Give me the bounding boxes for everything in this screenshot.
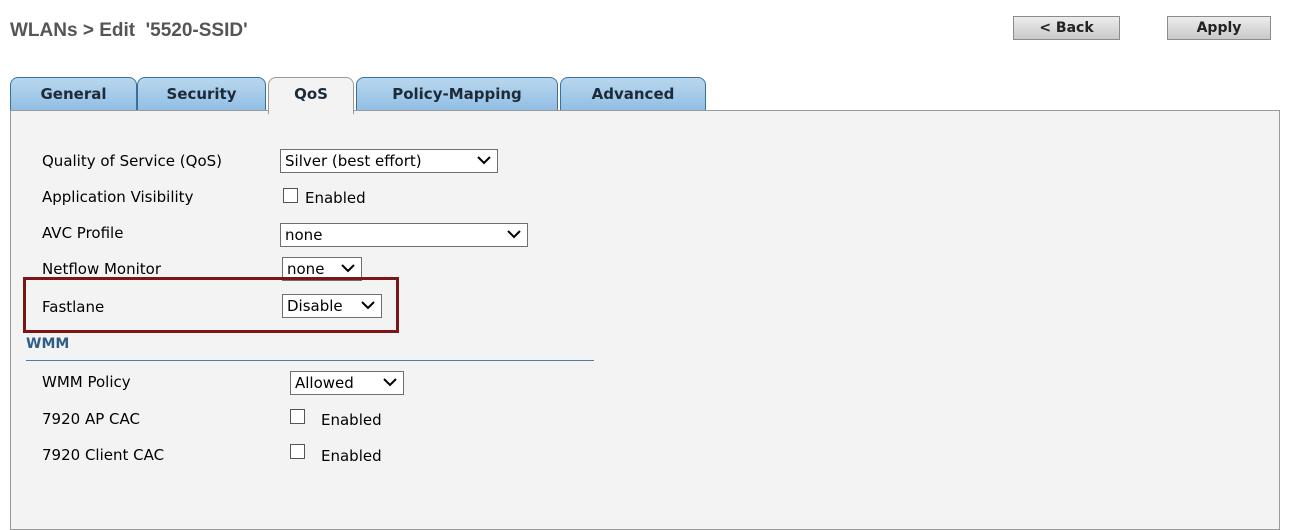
netflow-monitor-value: none [287, 260, 325, 278]
back-button[interactable]: < Back [1013, 16, 1120, 40]
chevron-down-icon [361, 301, 375, 310]
chevron-down-icon [477, 156, 491, 165]
7920-ap-cac-enabled-label: Enabled [321, 411, 382, 429]
avc-profile-value: none [285, 226, 323, 244]
wmm-policy-label: WMM Policy [42, 373, 131, 391]
tab-advanced[interactable]: Advanced [560, 77, 706, 112]
wmm-section-heading: WMM [26, 336, 70, 352]
fastlane-select[interactable]: Disable [282, 294, 382, 318]
wmm-policy-select[interactable]: Allowed [290, 371, 404, 395]
qos-label: Quality of Service (QoS) [42, 152, 223, 170]
qos-select-value: Silver (best effort) [285, 152, 422, 170]
7920-client-cac-enabled-label: Enabled [321, 447, 382, 465]
wmm-divider [26, 360, 594, 361]
application-visibility-checkbox[interactable] [283, 188, 298, 203]
tab-general[interactable]: General [10, 77, 137, 112]
7920-client-cac-label: 7920 Client CAC [42, 446, 165, 464]
application-visibility-label: Application Visibility [42, 188, 194, 206]
wmm-policy-value: Allowed [295, 374, 354, 392]
qos-select[interactable]: Silver (best effort) [280, 149, 498, 173]
tab-qos[interactable]: QoS [268, 77, 354, 114]
application-visibility-enabled-label: Enabled [305, 189, 366, 207]
netflow-monitor-label: Netflow Monitor [42, 260, 162, 278]
avc-profile-label: AVC Profile [42, 224, 124, 242]
chevron-down-icon [383, 378, 397, 387]
chevron-down-icon [341, 264, 355, 273]
avc-profile-select[interactable]: none [280, 223, 528, 247]
tab-security[interactable]: Security [137, 77, 266, 112]
page-title: WLANs > Edit '5520-SSID' [10, 20, 248, 41]
chevron-down-icon [507, 230, 521, 239]
fastlane-value: Disable [287, 297, 343, 315]
netflow-monitor-select[interactable]: none [282, 257, 362, 281]
7920-client-cac-checkbox[interactable] [290, 444, 305, 459]
7920-ap-cac-label: 7920 AP CAC [42, 410, 140, 428]
apply-button[interactable]: Apply [1167, 16, 1271, 40]
tab-policy-mapping[interactable]: Policy-Mapping [356, 77, 558, 112]
fastlane-label: Fastlane [42, 298, 105, 316]
7920-ap-cac-checkbox[interactable] [290, 409, 305, 424]
qos-panel [10, 110, 1280, 530]
